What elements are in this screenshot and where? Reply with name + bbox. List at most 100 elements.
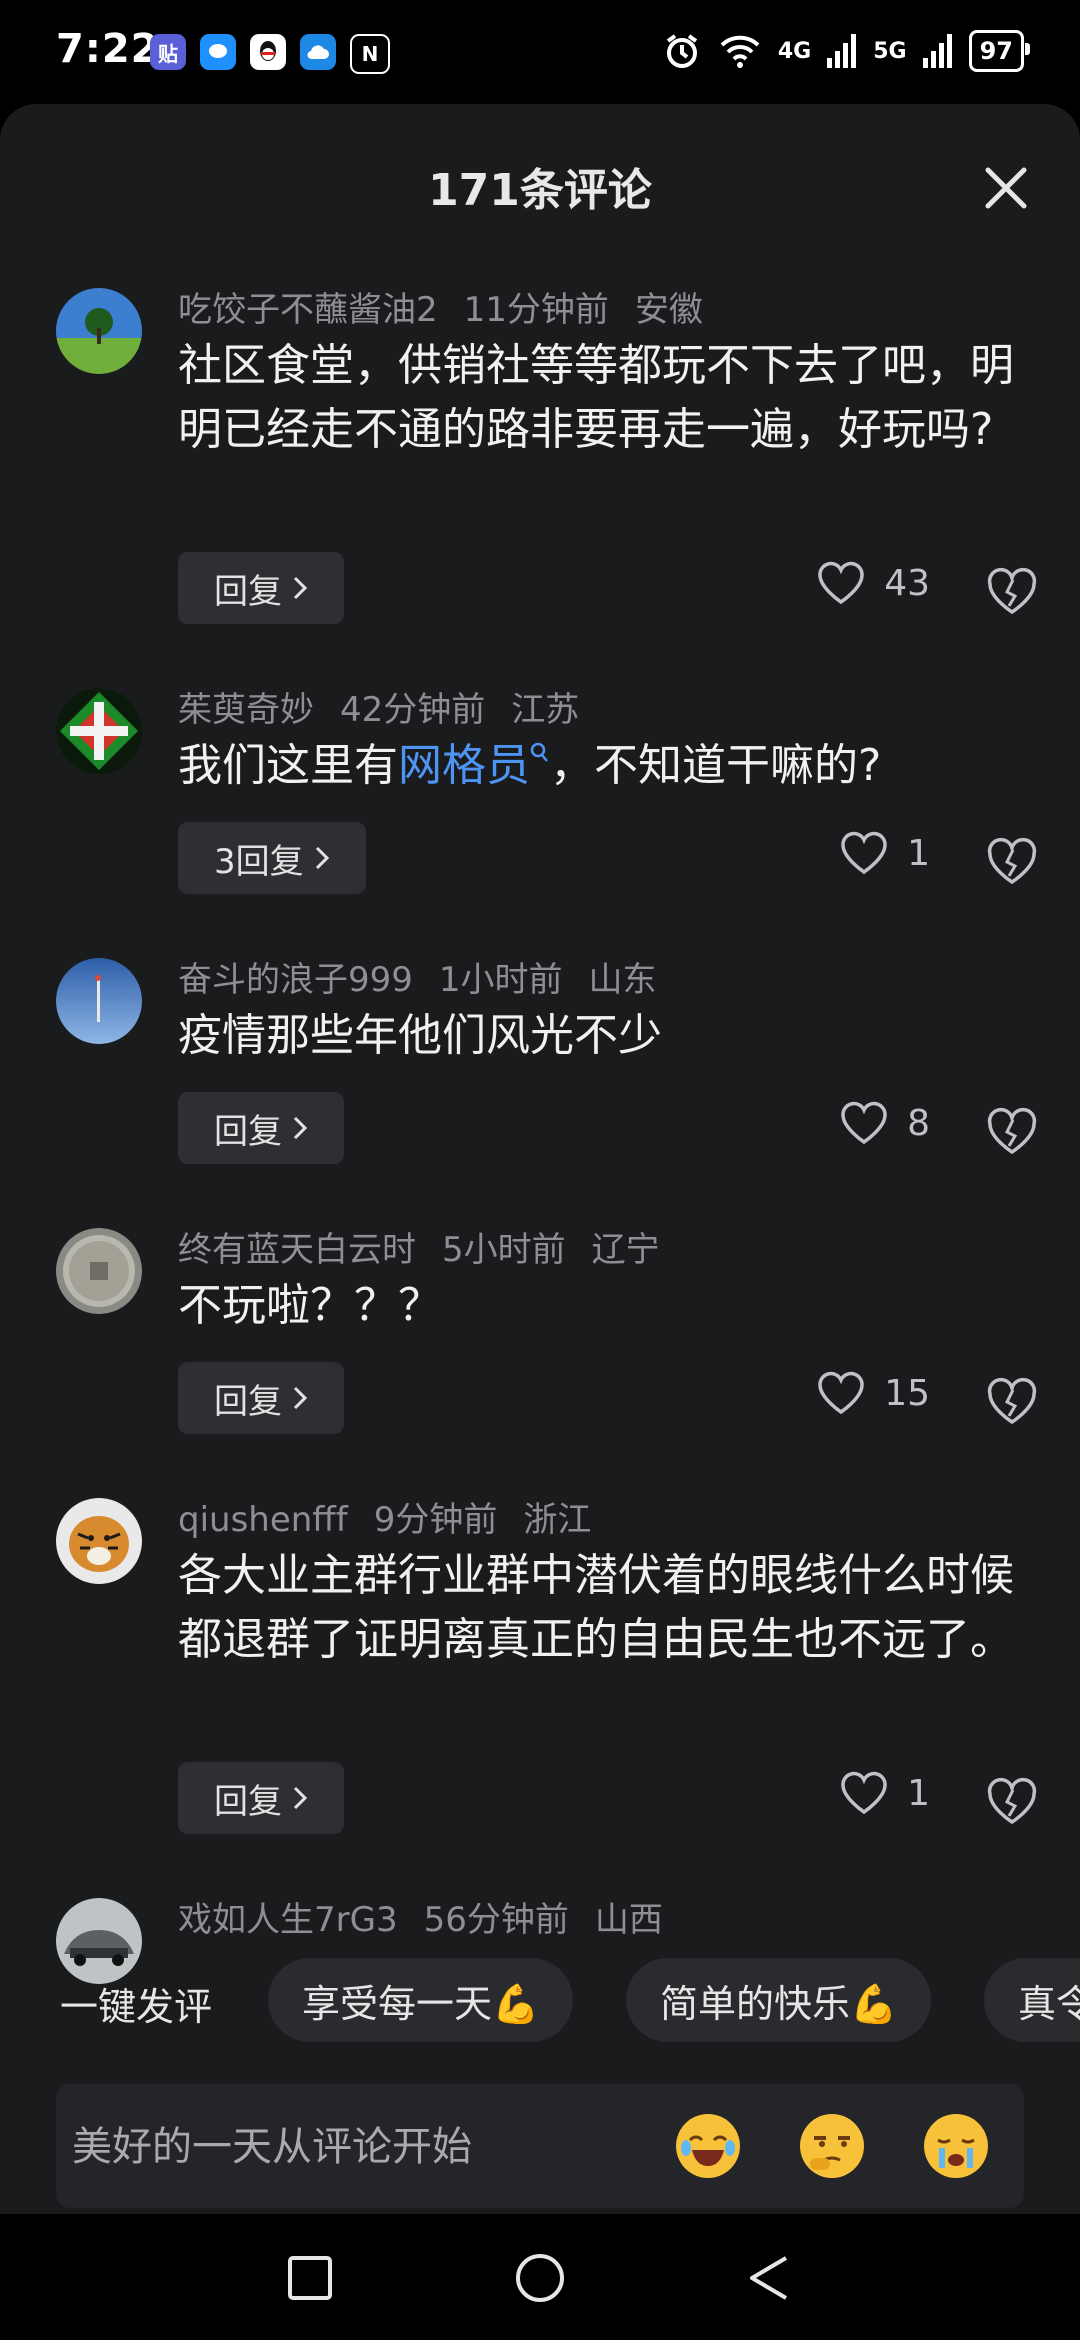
avatar[interactable]: [56, 688, 142, 774]
wifi-icon: [720, 35, 760, 68]
comment-list[interactable]: 吃饺子不蘸酱油2 11分钟前 安徽 社区食堂，供销社等等都玩不下去了吧，明明已经走不…: [0, 274, 1080, 2054]
comment-region: 辽宁: [591, 1230, 660, 1270]
comment-region: 山东: [588, 960, 657, 1000]
comment-time: 56分钟前: [423, 1900, 569, 1940]
system-navigation-bar: [0, 2214, 1080, 2340]
reply-label: 回复: [214, 1781, 282, 1822]
comment-time: 9分钟前: [373, 1500, 498, 1540]
like-count: 8: [907, 1102, 930, 1144]
reply-button[interactable]: 回复: [178, 1762, 344, 1834]
comment-text: 疫情那些年他们风光不少: [178, 1010, 662, 1061]
comment-meta: 奋斗的浪子999 1小时前 山东: [178, 952, 683, 1001]
comment-input[interactable]: 美好的一天从评论开始: [56, 2084, 1024, 2208]
status-bar: 7:22 贴 N 4G 5G 97: [0, 0, 1080, 104]
quick-reply-bar: 一键发评 享受每一天💪 简单的快乐💪 真令: [0, 1950, 1080, 2050]
quick-reply-chip[interactable]: 简单的快乐💪: [626, 1958, 932, 2042]
smug-emoji-icon[interactable]: [800, 2114, 864, 2178]
avatar[interactable]: [56, 1498, 142, 1584]
signal-icon-2: [922, 34, 952, 68]
close-icon[interactable]: [976, 158, 1036, 218]
notification-icons: 贴 N: [150, 34, 390, 74]
reply-label: 3回复: [214, 841, 304, 882]
heart-icon: [841, 1771, 887, 1815]
username[interactable]: 戏如人生7rG3: [178, 1900, 398, 1940]
crying-emoji-icon[interactable]: [924, 2114, 988, 2178]
alarm-icon: [666, 34, 698, 68]
like-button[interactable]: 43: [816, 560, 930, 606]
broken-heart-icon[interactable]: [984, 1774, 1040, 1830]
signal-icon-1: [827, 34, 857, 68]
like-button[interactable]: 1: [839, 830, 930, 876]
chevron-right-icon: [293, 1386, 308, 1410]
reply-button[interactable]: 3回复: [178, 822, 366, 894]
avatar[interactable]: [56, 958, 142, 1044]
like-button[interactable]: 15: [816, 1370, 930, 1416]
nfc-icon: N: [350, 34, 390, 74]
comment-text-part: ，不知道干嘛的?: [550, 740, 882, 791]
laughing-emoji-icon[interactable]: [676, 2114, 740, 2178]
chevron-right-icon: [315, 846, 329, 870]
username[interactable]: 终有蓝天白云时: [178, 1230, 416, 1270]
battery-indicator: 97: [968, 30, 1031, 72]
heart-icon: [841, 831, 887, 875]
comment-time: 5小时前: [442, 1230, 566, 1270]
comment-input-placeholder: 美好的一天从评论开始: [72, 2124, 472, 2170]
status-time: 7:22: [56, 26, 160, 72]
home-circle-icon[interactable]: [510, 2248, 570, 2308]
username[interactable]: 奋斗的浪子999: [178, 960, 413, 1000]
heart-icon: [818, 1371, 864, 1415]
search-link-keyword[interactable]: 网格员: [398, 740, 530, 791]
reply-label: 回复: [214, 571, 282, 612]
username[interactable]: 茱萸奇妙: [178, 690, 314, 730]
comment-meta: 戏如人生7rG3 56分钟前 山西: [178, 1892, 689, 1941]
broken-heart-icon[interactable]: [984, 564, 1040, 620]
broken-heart-icon[interactable]: [984, 1104, 1040, 1160]
like-count: 43: [884, 562, 930, 604]
qq-icon: [250, 34, 286, 70]
comment-region: 山西: [594, 1900, 663, 1940]
chevron-right-icon: [293, 1786, 308, 1810]
sheet-title: 171条评论: [428, 165, 652, 216]
comment-meta: 吃饺子不蘸酱油2 11分钟前 安徽: [178, 282, 729, 331]
comment-text-part: 我们这里有: [178, 740, 398, 791]
quick-reply-label: 一键发评: [60, 1985, 213, 2029]
cloud-icon: [300, 34, 336, 70]
comment-time: 11分钟前: [463, 290, 609, 330]
comment-region: 江苏: [511, 690, 580, 730]
like-count: 1: [907, 1772, 930, 1814]
like-button[interactable]: 1: [839, 1770, 930, 1816]
search-icon[interactable]: [530, 742, 550, 768]
app-notification-icon: 贴: [150, 34, 186, 70]
comment-meta: qiushenfff 9分钟前 浙江: [178, 1492, 617, 1541]
reply-button[interactable]: 回复: [178, 552, 344, 624]
recents-square-icon[interactable]: [280, 2248, 340, 2308]
comment-region: 安徽: [634, 290, 703, 330]
comment-time: 1小时前: [438, 960, 563, 1000]
reply-label: 回复: [214, 1381, 282, 1422]
like-button[interactable]: 8: [839, 1100, 930, 1146]
quick-reply-chip[interactable]: 享受每一天💪: [268, 1958, 574, 2042]
avatar[interactable]: [56, 1228, 142, 1314]
comment-text: 不玩啦？？？: [178, 1280, 442, 1331]
like-count: 1: [907, 832, 930, 874]
network-4g-label: 4G: [777, 38, 812, 64]
comment-meta: 茱萸奇妙 42分钟前 江苏: [178, 682, 605, 731]
comment-sheet: 171条评论 吃饺子不蘸酱油2 11分钟前 安徽 社区食堂，供销社等等都玩不下去了吧…: [0, 104, 1080, 2214]
network-5g-label: 5G: [873, 38, 907, 64]
reply-button[interactable]: 回复: [178, 1092, 344, 1164]
message-app-icon: [200, 34, 236, 70]
chevron-right-icon: [293, 576, 308, 600]
username[interactable]: qiushenfff: [178, 1500, 348, 1540]
comment-meta: 终有蓝天白云时 5小时前 辽宁: [178, 1222, 686, 1271]
chevron-right-icon: [293, 1116, 308, 1140]
username[interactable]: 吃饺子不蘸酱油2: [178, 290, 438, 330]
broken-heart-icon[interactable]: [984, 834, 1040, 890]
avatar[interactable]: [56, 288, 142, 374]
like-count: 15: [884, 1372, 930, 1414]
reply-label: 回复: [214, 1111, 282, 1152]
reply-button[interactable]: 回复: [178, 1362, 344, 1434]
broken-heart-icon[interactable]: [984, 1374, 1040, 1430]
comment-text: 各大业主群行业群中潜伏着的眼线什么时候都退群了证明离真正的自由民生也不远了。: [178, 1550, 1014, 1665]
back-triangle-icon[interactable]: [740, 2248, 800, 2308]
quick-reply-chip[interactable]: 真令: [984, 1958, 1080, 2042]
